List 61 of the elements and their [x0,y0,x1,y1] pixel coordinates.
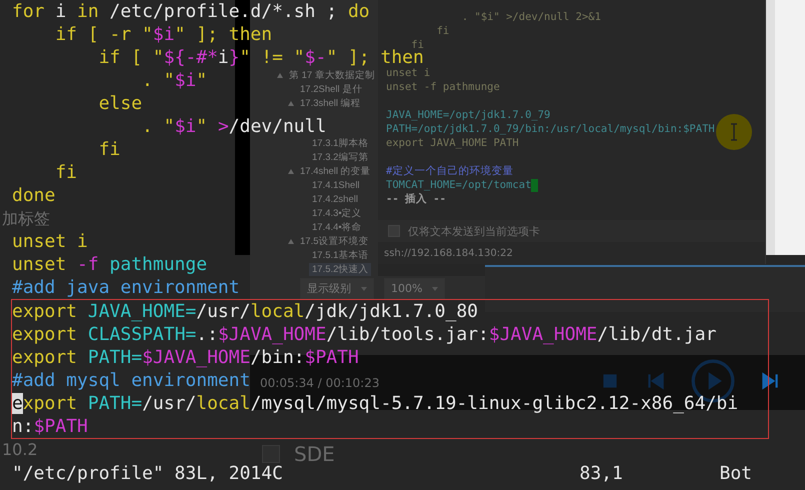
dropdown[interactable]: 显示级别 [300,278,374,299]
cursor-highlight-icon [716,114,752,150]
caret-icon [432,286,438,290]
code-line: export JAVA_HOME PATH [386,137,519,149]
code-line: . "$i" >/dev/null 2>&1 [460,11,601,23]
checkbox[interactable] [388,225,400,237]
dropdown-value: 显示级别 [307,281,351,296]
outline-item[interactable]: 17.2Shell 是什 [297,82,366,96]
code-line: . "$i" [141,70,208,91]
code-line: TOMCAT_HOME=/opt/tomcat [386,179,532,191]
code-line: unset i [386,67,430,79]
code-line: JAVA_HOME=/opt/jdk1.7.0_79 [386,109,550,121]
outline-item[interactable]: 17.5.1基本语 [309,248,372,262]
caret-icon [361,286,367,290]
code-line: export PATH=$JAVA_HOME/bin:$PATH [12,347,359,368]
code-line: #add mysql environment [12,370,250,391]
code-line: unset -f pathmunge [386,81,500,93]
code-line: unset i [12,231,88,252]
status-message: "/etc/profile" 83L, 2014C [12,462,284,485]
outline-item[interactable]: 17.4.1Shell [309,180,363,190]
outline-item[interactable]: 17.4.3•定义 [309,206,365,220]
code-line: else [98,93,142,114]
code-line: fi [98,139,120,160]
scroll-position: Bot [719,462,752,485]
document-text: 10.2 [2,440,39,459]
outline-item[interactable]: 17.4.2shell [309,194,361,204]
code-line: export PATH=/usr/local/mysql/mysql-5.7.19-linux-glibc2.12-x86_64/bi [12,393,738,414]
checkbox-label: SDE [294,442,335,466]
outline-item[interactable]: 17.3shell 编程 [297,96,364,110]
code-line: export CLASSPATH=.:$JAVA_HOME/lib/tools.jar:$JAVA_HOME/lib/dt.jar [12,324,716,345]
code-line: n:$PATH [12,416,88,437]
code-line: if [ -r "$i" ]; then [54,24,272,45]
outline-item[interactable]: 17.4.4•将命 [309,220,365,234]
expand-arrow-icon[interactable] [277,72,283,78]
code-line: fi [436,25,450,37]
code-line: . "$i" >/dev/null [141,116,326,137]
code-line: for i in /etc/profile.d/*.sh ; do [12,1,370,22]
code-line: PATH=/opt/jdk1.7.0_79/bin:/usr/local/mysql/bin:$PATH [386,123,715,135]
checkbox-label: 仅将文本发送到当前选项卡 [408,224,540,238]
outline-item[interactable]: 17.3.2编写第 [309,150,372,164]
code-line: done [12,185,56,206]
outline-item[interactable]: 17.5设置环境变 [297,234,372,248]
expand-arrow-icon[interactable] [288,168,294,174]
code-line: #add java environment [12,277,240,298]
expand-arrow-icon[interactable] [288,238,294,244]
outline-item[interactable]: 第 17 章大数据定制 [286,68,378,82]
outline-item[interactable]: 17.5.2快速入 [309,262,372,276]
mode-indicator: -- 插入 -- [386,193,446,205]
code-line: export JAVA_HOME=/usr/local/jdk/jdk1.7.0_80 [12,301,478,322]
code-line: unset -f pathmunge [12,254,208,275]
cursor-position: 83,1 [579,462,624,485]
code-line: #定义一个自己的环境变量 [386,165,514,177]
connection-status: ssh://192.168.184.130:22 [384,248,513,258]
outline-item[interactable]: 17.3.1脚本格 [309,136,372,150]
dropdown[interactable]: 100% [384,278,446,299]
code-line: fi [54,162,78,183]
dropdown-value: 100% [391,282,422,295]
outline-item[interactable]: 17.4shell 的变量 [297,164,374,178]
playback-time: 00:05:34 / 00:10:23 [260,376,380,390]
document-text: 加标签 [2,209,51,230]
expand-arrow-icon[interactable] [288,100,294,106]
